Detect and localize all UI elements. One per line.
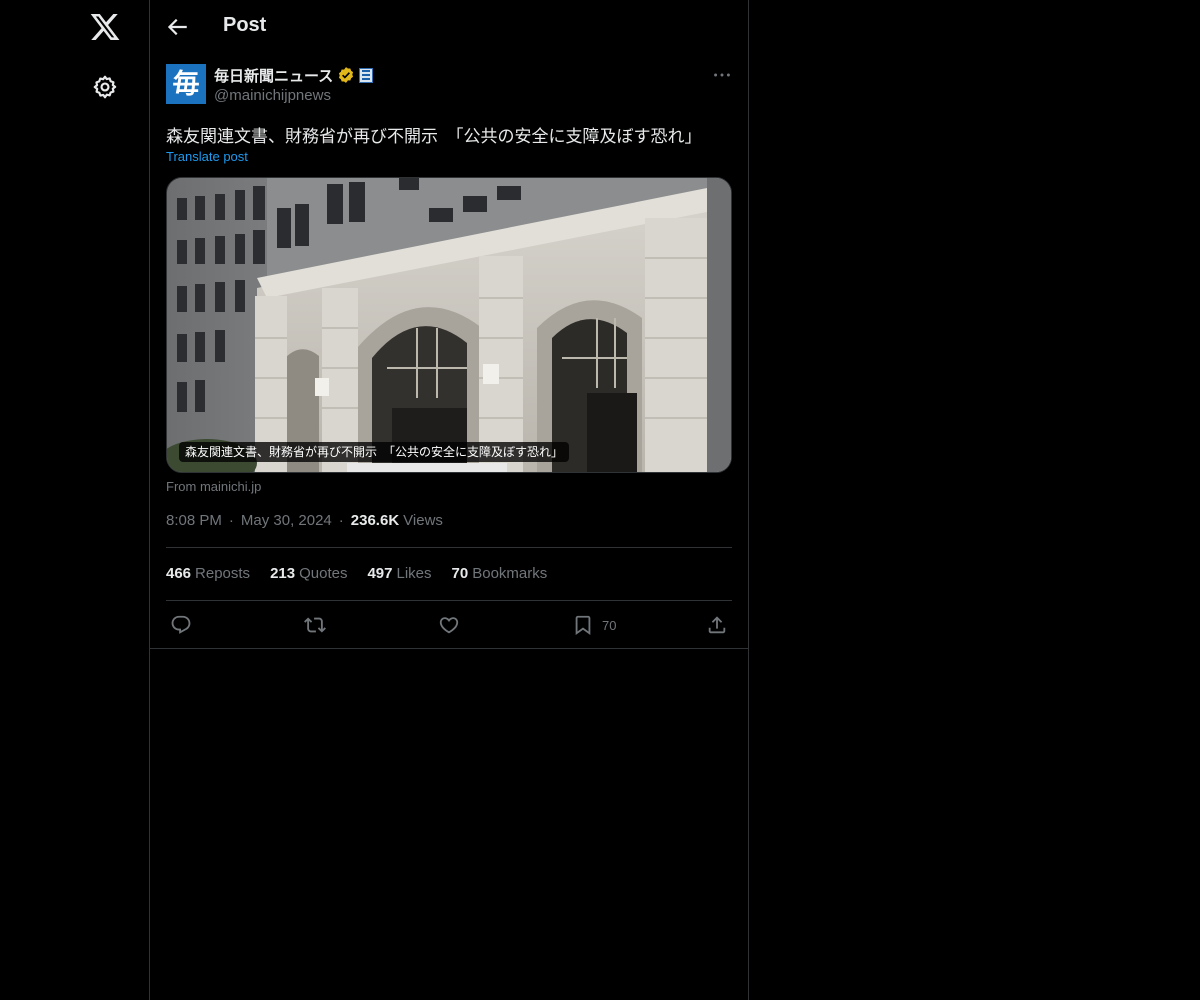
bookmark-count: 70 <box>602 617 617 633</box>
repost-icon <box>304 617 326 633</box>
author-handle[interactable]: @mainichijpnews <box>214 87 331 104</box>
engagement-stats: 466 Reposts 213 Quotes 497 Likes 70 Bookmark… <box>166 565 567 582</box>
newspaper-affiliate-icon[interactable] <box>359 67 374 83</box>
views-label: Views <box>403 512 443 529</box>
verified-gold-badge-icon[interactable] <box>337 66 355 84</box>
bookmarks-label: Bookmarks <box>472 565 548 582</box>
post-text: 森友関連文書、財務省が再び不開示 「公共の安全に支障及ぼす恐れ」 <box>166 127 702 146</box>
x-logo-icon[interactable] <box>89 11 121 43</box>
post-date[interactable]: May 30, 2024 <box>241 512 332 529</box>
separator-dot: · <box>228 512 234 529</box>
more-options-icon[interactable] <box>711 64 733 86</box>
likes-label: Likes <box>396 565 432 582</box>
left-nav <box>0 0 150 1000</box>
avatar-logo-glyph: 毎 <box>172 68 200 100</box>
post-meta: 8:08 PM · May 30, 2024 · 236.6K Views <box>166 512 443 529</box>
repost-button[interactable] <box>304 611 326 639</box>
bookmarks-stat[interactable]: 70 Bookmarks <box>452 565 548 582</box>
gear-icon[interactable] <box>92 74 118 100</box>
heart-icon <box>439 617 459 634</box>
page-title: Post <box>223 14 267 36</box>
separator-dot: · <box>338 512 344 529</box>
bookmark-button[interactable]: 70 <box>572 611 616 639</box>
reposts-stat[interactable]: 466 Reposts <box>166 565 250 582</box>
divider <box>166 547 732 548</box>
reposts-count: 466 <box>166 565 192 582</box>
reply-icon <box>171 615 191 634</box>
action-bar: 70 <box>150 611 748 639</box>
card-source[interactable]: From mainichi.jp <box>166 479 261 494</box>
translate-post-link[interactable]: Translate post <box>166 149 248 164</box>
avatar[interactable]: 毎 <box>166 64 206 104</box>
bookmark-icon <box>575 615 591 636</box>
page-header: Post <box>150 0 748 54</box>
ministry-of-finance-building-photo <box>167 178 731 472</box>
likes-count: 497 <box>367 565 393 582</box>
arrow-left-icon[interactable] <box>164 14 190 40</box>
bookmarks-count: 70 <box>451 565 469 582</box>
author-name[interactable]: 毎日新聞ニュース <box>214 65 333 86</box>
main-column: Post 毎 毎日新聞ニュース @mainichijpnews 森友関連文書、財… <box>149 0 749 1000</box>
quotes-label: Quotes <box>299 565 348 582</box>
quotes-stat[interactable]: 213 Quotes <box>270 565 347 582</box>
share-icon <box>708 616 726 634</box>
views-count: 236.6K <box>350 512 400 529</box>
likes-stat[interactable]: 497 Likes <box>367 565 431 582</box>
reposts-label: Reposts <box>195 565 251 582</box>
link-card[interactable]: 森友関連文書、財務省が再び不開示 「公共の安全に支障及ぼす恐れ」 <box>166 177 732 473</box>
card-caption: 森友関連文書、財務省が再び不開示 「公共の安全に支障及ぼす恐れ」 <box>179 442 570 462</box>
divider <box>150 648 748 649</box>
quotes-count: 213 <box>270 565 296 582</box>
share-button[interactable] <box>706 611 728 639</box>
reply-button[interactable] <box>170 611 192 639</box>
divider <box>166 600 732 601</box>
post-time[interactable]: 8:08 PM <box>166 512 222 529</box>
like-button[interactable] <box>438 611 460 639</box>
author-name-row: 毎日新聞ニュース <box>214 65 374 86</box>
